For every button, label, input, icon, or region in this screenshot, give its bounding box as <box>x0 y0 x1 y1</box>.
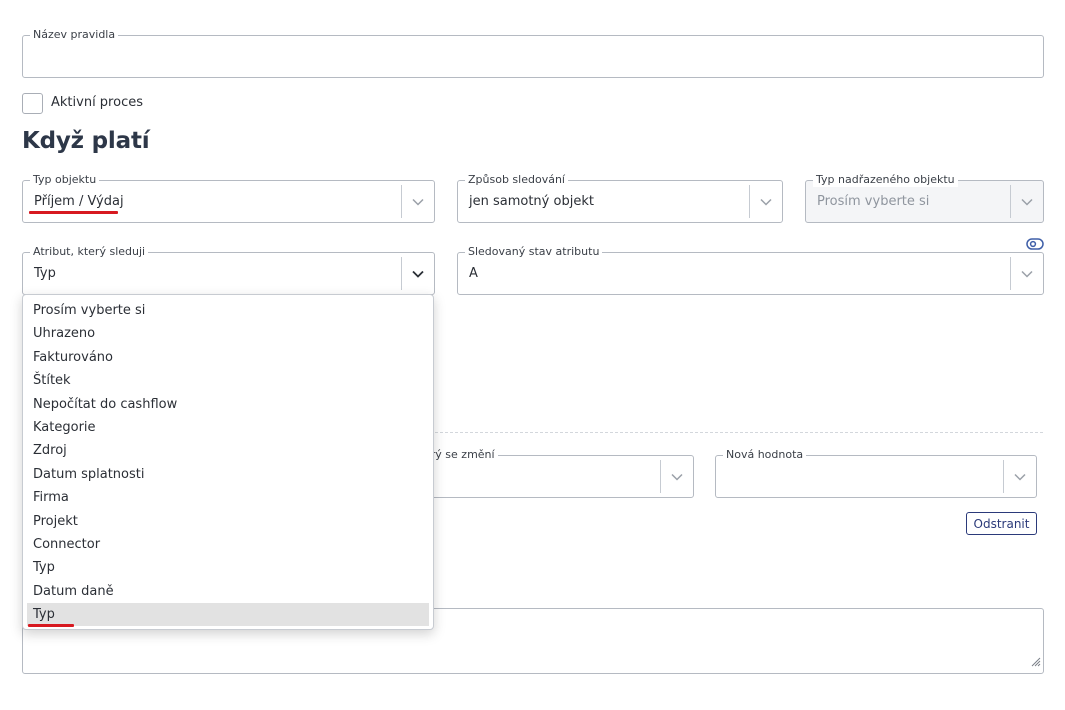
dropdown-option[interactable]: Prosím vyberte si <box>23 299 433 322</box>
chevron-down-icon[interactable] <box>402 181 434 222</box>
active-process-label: Aktivní proces <box>51 95 143 110</box>
dropdown-option[interactable]: Uhrazeno <box>23 322 433 345</box>
attribute-state-label: Sledovaný stav atributu <box>465 245 603 259</box>
section-divider <box>430 432 1043 433</box>
active-process-checkbox[interactable] <box>22 93 43 114</box>
attribute-state-select[interactable]: Sledovaný stav atributu A <box>457 245 1044 295</box>
attribute-value: Typ <box>34 266 56 281</box>
dropdown-option[interactable]: Typ <box>27 603 429 627</box>
dropdown-option[interactable]: Datum splatnosti <box>23 463 433 486</box>
dropdown-option[interactable]: Fakturováno <box>23 346 433 369</box>
resize-handle-icon[interactable] <box>1029 652 1041 671</box>
object-type-red-underline <box>29 211 118 214</box>
attribute-select[interactable]: Atribut, který sleduji Typ <box>22 245 435 295</box>
object-type-select[interactable]: Typ objektu Příjem / Výdaj <box>22 173 435 223</box>
new-value-label: Nová hodnota <box>723 448 807 462</box>
selected-option-red-underline <box>28 624 74 627</box>
dropdown-option[interactable]: Kategorie <box>23 416 433 439</box>
tracking-mode-select[interactable]: Způsob sledování jen samotný objekt <box>457 173 783 223</box>
attribute-state-value: A <box>469 266 478 281</box>
dropdown-option[interactable]: Firma <box>23 486 433 509</box>
object-type-value: Příjem / Výdaj <box>34 194 124 209</box>
parent-type-placeholder: Prosím vyberte si <box>817 194 930 209</box>
dropdown-option[interactable]: Datum daně <box>23 580 433 603</box>
dropdown-option[interactable]: Zdroj <box>23 439 433 462</box>
section-title: Když platí <box>22 128 150 154</box>
chevron-down-icon[interactable] <box>402 253 434 294</box>
tracking-mode-value: jen samotný objekt <box>469 194 594 209</box>
dropdown-option[interactable]: Typ <box>23 556 433 579</box>
dropdown-option[interactable]: Štítek <box>23 369 433 392</box>
parent-type-select: Typ nadřazeného objektu Prosím vyberte s… <box>805 173 1044 223</box>
new-value-select[interactable]: Nová hodnota <box>715 448 1037 498</box>
chevron-down-icon[interactable] <box>661 456 693 497</box>
chevron-down-icon[interactable] <box>1004 456 1036 497</box>
dropdown-option[interactable]: Nepočítat do cashflow <box>23 393 433 416</box>
rule-name-label: Název pravidla <box>30 28 119 42</box>
chevron-down-icon[interactable] <box>1011 253 1043 294</box>
chevron-down-icon <box>1011 181 1043 222</box>
chevron-down-icon[interactable] <box>750 181 782 222</box>
dropdown-option[interactable]: Projekt <box>23 510 433 533</box>
remove-button[interactable]: Odstranit <box>966 512 1037 535</box>
rule-name-field[interactable]: Název pravidla <box>22 28 1044 78</box>
attribute-dropdown-menu: Prosím vyberte si Uhrazeno Fakturováno Štít… <box>22 294 434 630</box>
dropdown-option[interactable]: Connector <box>23 533 433 556</box>
